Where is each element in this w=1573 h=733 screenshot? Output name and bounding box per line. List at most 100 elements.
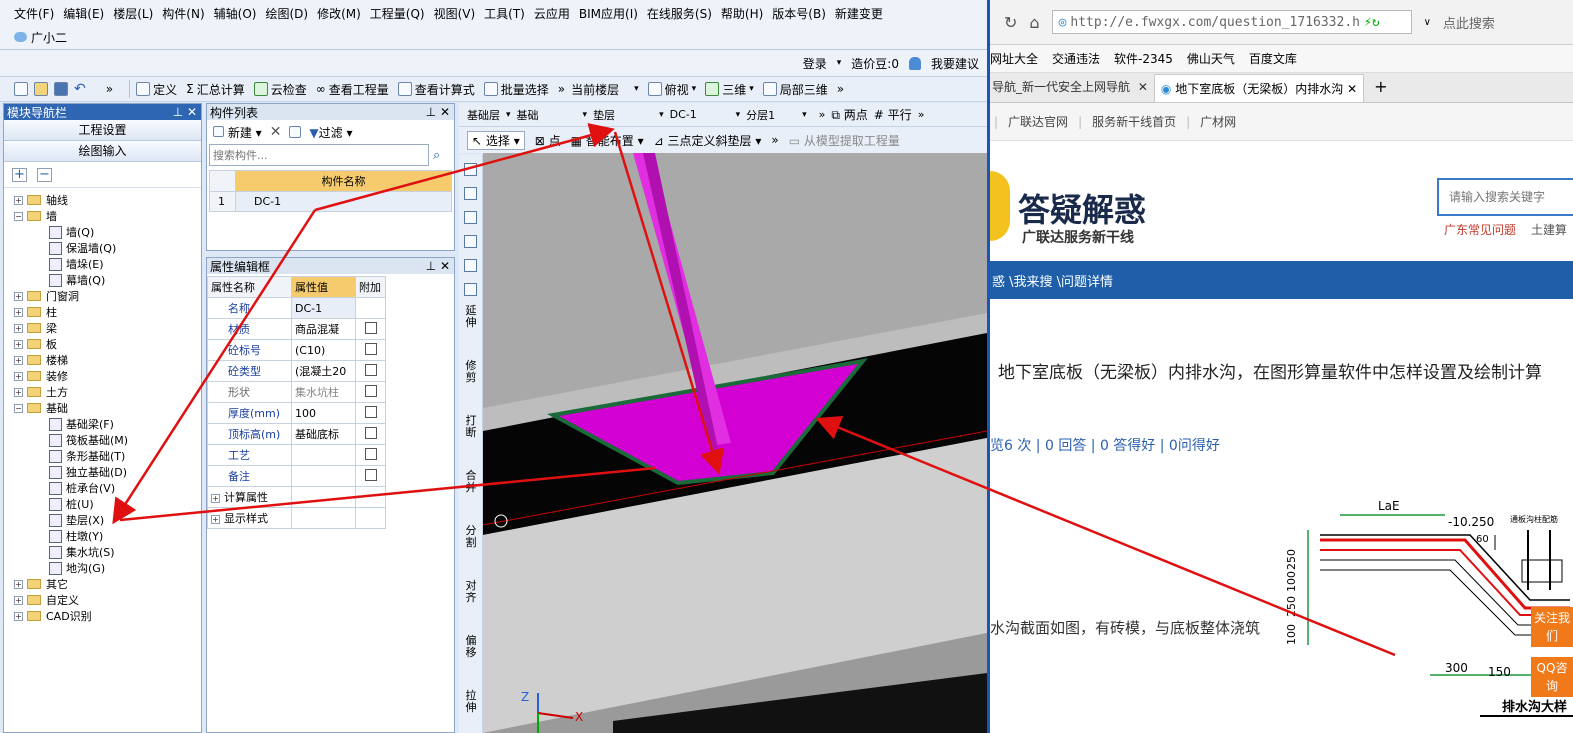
menu-item-14[interactable]: 版本号(B) (772, 5, 826, 22)
prop-value[interactable]: 集水坑柱 (291, 381, 356, 403)
sublayer-select[interactable]: 分层1 (746, 107, 796, 123)
property-row[interactable]: 工艺 (207, 444, 386, 466)
table-row[interactable]: 1 DC-1 (209, 191, 452, 212)
copy-icon[interactable] (289, 126, 302, 138)
tree-item[interactable]: 墙垛(E) (4, 256, 201, 272)
toolbar-overflow-icon-2[interactable]: » (558, 82, 565, 96)
bookmark-item[interactable]: 交通违法 (1052, 50, 1100, 67)
3d-canvas[interactable]: Z X (483, 153, 987, 733)
property-row[interactable]: 顶标高(m) 基础底标 (207, 423, 386, 445)
batch-select-button[interactable]: 批量选择 (483, 81, 549, 98)
add-checkbox[interactable] (364, 426, 377, 439)
prop-value[interactable]: 商品混凝 (291, 318, 356, 340)
bookmark-item[interactable]: 百度文库 (1249, 50, 1297, 67)
expand-all-icon[interactable]: + (12, 167, 27, 182)
toolbar-overflow-icon[interactable]: » (106, 82, 113, 96)
edit-tool-icon[interactable] (464, 187, 477, 200)
qq-consult-button[interactable]: QQ咨询 (1531, 657, 1573, 697)
menu-item-10[interactable]: 云应用 (534, 5, 570, 22)
local-3d-button[interactable]: 局部三维 (762, 81, 828, 98)
smart-layout-button[interactable]: ▦ 智能布置 ▾ (571, 132, 644, 149)
component-search-input[interactable] (209, 144, 429, 166)
add-checkbox[interactable] (364, 468, 377, 481)
menu-item-9[interactable]: 工具(T) (484, 5, 525, 22)
prop-value[interactable] (291, 444, 356, 466)
menu-item-8[interactable]: 视图(V) (434, 5, 476, 22)
home-icon[interactable]: ⌂ (1029, 13, 1039, 32)
menu-item-6[interactable]: 修改(M) (317, 5, 361, 22)
new-component-button[interactable]: 新建 ▾ (213, 124, 262, 141)
prop-value[interactable]: (混凝土20 (291, 360, 356, 382)
property-row[interactable]: 备注 (207, 465, 386, 487)
toolbar-overflow-icon[interactable]: » (819, 108, 826, 121)
pin-close-icons[interactable]: ⊥ ✕ (426, 105, 450, 119)
prop-value[interactable] (291, 465, 356, 487)
tree-item[interactable]: + 其它 (4, 576, 201, 592)
edit-tool-7[interactable]: 拉伸 (463, 690, 479, 714)
prop-value[interactable]: 100 (291, 402, 356, 424)
pin-close-icons[interactable]: ⊥ ✕ (426, 259, 450, 273)
add-checkbox[interactable] (364, 321, 377, 334)
tree-item[interactable]: 地沟(G) (4, 560, 201, 576)
suggest-button[interactable]: 我要建议 (931, 55, 979, 72)
edit-tool-icon[interactable] (464, 259, 477, 272)
layer-select-2[interactable]: 基础 (517, 107, 577, 123)
menu-item-11[interactable]: BIM应用(I) (579, 5, 638, 22)
bookmark-item[interactable]: 网址大全 (990, 50, 1038, 67)
chevron-down-icon[interactable]: ▾ (802, 110, 807, 120)
tree-item[interactable]: 柱墩(Y) (4, 528, 201, 544)
extract-qty-button[interactable]: ▭ 从模型提取工程量 (789, 132, 900, 149)
edit-tool-3[interactable]: 合并 (463, 470, 479, 494)
tree-item[interactable]: + 轴线 (4, 192, 201, 208)
menu-item-4[interactable]: 辅轴(O) (214, 5, 257, 22)
menu-item-1[interactable]: 编辑(E) (63, 5, 104, 22)
expand-icon[interactable]: + (14, 307, 23, 317)
edit-tool-4[interactable]: 分割 (463, 525, 479, 549)
expand-icon[interactable]: + (14, 291, 23, 301)
property-row[interactable]: 厚度(mm) 100 (207, 402, 386, 424)
tree-item[interactable]: 条形基础(T) (4, 448, 201, 464)
side-link-civil[interactable]: 土建算 (1531, 221, 1567, 238)
site-link[interactable]: 服务新干线首页 (1092, 113, 1176, 130)
save-icon[interactable] (54, 82, 68, 96)
define-button[interactable]: 定义 (136, 81, 177, 98)
tree-item[interactable]: + 装修 (4, 368, 201, 384)
chevron-down-icon[interactable]: ∨ (1424, 17, 1431, 28)
tree-item[interactable]: + 门窗洞 (4, 288, 201, 304)
tree-item[interactable]: − 基础 (4, 400, 201, 416)
expand-icon[interactable]: + (14, 339, 23, 349)
property-row[interactable]: 名称 DC-1 (207, 297, 386, 319)
expand-icon[interactable]: + (14, 195, 23, 205)
menu-item-7[interactable]: 工程量(Q) (370, 5, 425, 22)
expand-icon[interactable]: + (14, 323, 23, 333)
collapse-icon[interactable]: − (14, 211, 23, 221)
tree-item[interactable]: 筏板基础(M) (4, 432, 201, 448)
layer-select-3[interactable]: 垫层 (593, 107, 653, 123)
new-file-icon[interactable] (14, 82, 28, 96)
close-icon[interactable]: ✕ (1347, 82, 1357, 96)
menu-item-2[interactable]: 楼层(L) (113, 5, 153, 22)
select-button[interactable]: ↖ 选择 ▾ (467, 130, 525, 150)
tree-item[interactable]: + 土方 (4, 384, 201, 400)
tree-item[interactable]: + 梁 (4, 320, 201, 336)
view-formula-button[interactable]: 查看计算式 (397, 81, 475, 98)
display-style-row[interactable]: + 显示样式 (207, 507, 292, 529)
point-button[interactable]: ⊠ 点 (535, 132, 561, 149)
tree-item[interactable]: − 墙 (4, 208, 201, 224)
tree-item[interactable]: 桩(U) (4, 496, 201, 512)
edit-tool-icon[interactable] (464, 283, 477, 296)
calc-props-row[interactable]: + 计算属性 (207, 486, 292, 508)
tree-item[interactable]: 独立基础(D) (4, 464, 201, 480)
tree-item[interactable]: + 楼梯 (4, 352, 201, 368)
close-icon[interactable]: ✕ (1138, 80, 1148, 94)
bookmark-item[interactable]: 佛山天气 (1187, 50, 1235, 67)
expand-icon[interactable]: + (14, 371, 23, 381)
project-settings-button[interactable]: 工程设置 (4, 120, 201, 141)
tree-item[interactable]: 保温墙(Q) (4, 240, 201, 256)
component-select[interactable]: DC-1 (670, 108, 730, 121)
prop-value[interactable]: DC-1 (291, 297, 356, 319)
tree-item[interactable]: 墙(Q) (4, 224, 201, 240)
assistant-icon[interactable] (14, 32, 27, 42)
property-row[interactable]: 形状 集水坑柱 (207, 381, 386, 403)
tree-item[interactable]: 幕墙(Q) (4, 272, 201, 288)
